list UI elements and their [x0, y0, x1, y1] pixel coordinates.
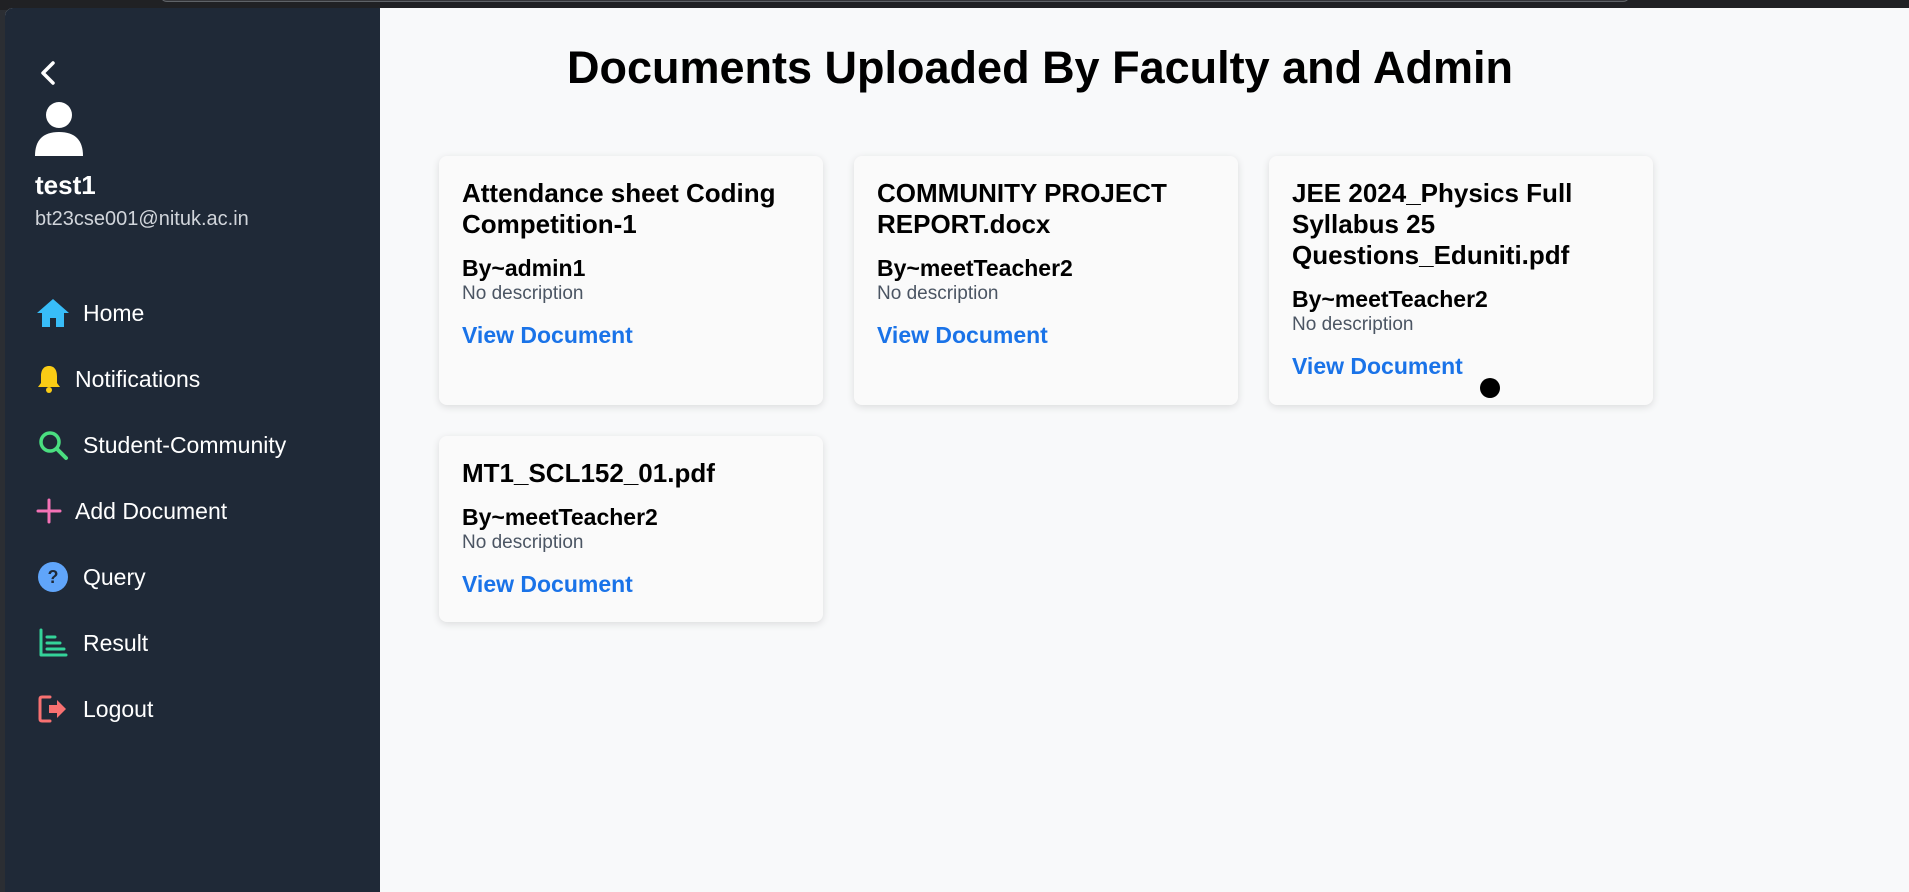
browser-address-bar[interactable] — [160, 0, 1630, 2]
sidebar-item-label: Home — [83, 299, 145, 326]
document-grid: Attendance sheet Coding Competition-1 By… — [439, 156, 1653, 622]
document-author: By~admin1 — [462, 255, 586, 281]
document-description: No description — [462, 283, 584, 304]
document-title: COMMUNITY PROJECT REPORT.docx — [877, 178, 1167, 239]
sidebar-item-label: Logout — [83, 695, 154, 722]
sidebar: test1 bt23cse001@nituk.ac.in Home Notifi… — [5, 8, 380, 892]
sidebar-item-notifications[interactable]: Notifications — [33, 346, 363, 412]
app-window: test1 bt23cse001@nituk.ac.in Home Notifi… — [5, 8, 1909, 892]
sidebar-item-home[interactable]: Home — [33, 280, 363, 346]
home-icon — [33, 293, 73, 333]
user-name: test1 — [35, 170, 96, 200]
logout-icon — [33, 689, 73, 729]
document-card: MT1_SCL152_01.pdf By~meetTeacher2 No des… — [439, 436, 823, 622]
sidebar-item-label: Query — [83, 563, 146, 590]
sidebar-item-query[interactable]: ? Query — [33, 544, 363, 610]
bar-chart-icon — [33, 623, 73, 663]
page-title: Documents Uploaded By Faculty and Admin — [567, 42, 1513, 93]
document-description: No description — [1292, 314, 1414, 335]
sidebar-item-result[interactable]: Result — [33, 610, 363, 676]
sidebar-item-label: Notifications — [75, 365, 201, 392]
document-card: JEE 2024_Physics Full Syllabus 25 Questi… — [1269, 156, 1653, 405]
sidebar-item-label: Add Document — [75, 497, 228, 524]
main-content: Documents Uploaded By Faculty and Admin … — [380, 8, 1909, 892]
chevron-left-icon — [41, 61, 55, 85]
document-author: By~meetTeacher2 — [877, 255, 1073, 281]
svg-text:?: ? — [48, 567, 59, 587]
search-icon — [33, 425, 73, 465]
back-button[interactable] — [33, 58, 63, 88]
document-title: JEE 2024_Physics Full Syllabus 25 Questi… — [1292, 178, 1573, 270]
user-avatar-icon — [35, 102, 83, 156]
document-title: MT1_SCL152_01.pdf — [462, 458, 715, 488]
document-card: Attendance sheet Coding Competition-1 By… — [439, 156, 823, 405]
view-document-link[interactable]: View Document — [1292, 353, 1463, 379]
question-icon: ? — [33, 557, 73, 597]
document-description: No description — [462, 532, 584, 553]
sidebar-item-label: Result — [83, 629, 149, 656]
sidebar-item-logout[interactable]: Logout — [33, 676, 363, 742]
sidebar-item-label: Student-Community — [83, 431, 287, 458]
document-author: By~meetTeacher2 — [462, 504, 658, 530]
view-document-link[interactable]: View Document — [462, 571, 633, 597]
sidebar-item-add-document[interactable]: Add Document — [33, 478, 363, 544]
document-description: No description — [877, 283, 999, 304]
document-title: Attendance sheet Coding Competition-1 — [462, 178, 776, 239]
view-document-link[interactable]: View Document — [462, 322, 633, 348]
document-author: By~meetTeacher2 — [1292, 286, 1488, 312]
user-email: bt23cse001@nituk.ac.in — [35, 208, 249, 230]
document-card: COMMUNITY PROJECT REPORT.docx By~meetTea… — [854, 156, 1238, 405]
sidebar-item-student-community[interactable]: Student-Community — [33, 412, 363, 478]
view-document-link[interactable]: View Document — [877, 322, 1048, 348]
mouse-cursor — [1480, 378, 1500, 398]
sidebar-nav: Home Notifications Student-Community Add… — [33, 280, 363, 742]
bell-icon — [33, 359, 65, 399]
plus-icon — [33, 491, 65, 531]
